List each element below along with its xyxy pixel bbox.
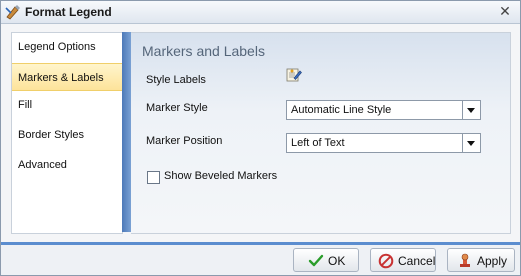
format-legend-dialog: Format Legend ✕ Legend Options Markers &… <box>0 0 521 276</box>
cancel-label: Cancel <box>398 254 436 268</box>
show-beveled-markers-checkbox[interactable] <box>147 171 160 184</box>
ok-label: OK <box>328 254 346 268</box>
nav-list: Legend Options Markers & Labels Fill Bor… <box>11 32 123 234</box>
marker-style-value: Automatic Line Style <box>291 104 392 116</box>
close-icon[interactable]: ✕ <box>498 4 512 18</box>
nav-item-advanced[interactable]: Advanced <box>12 151 122 179</box>
cancel-icon <box>378 253 394 269</box>
marker-position-value: Left of Text <box>291 137 345 149</box>
nav-item-border-styles[interactable]: Border Styles <box>12 121 122 149</box>
edit-style-icon[interactable] <box>286 67 302 83</box>
marker-style-select[interactable]: Automatic Line Style <box>286 100 481 120</box>
apply-label: Apply <box>477 254 508 268</box>
marker-position-select[interactable]: Left of Text <box>286 133 481 153</box>
style-labels-label: Style Labels <box>146 74 206 86</box>
marker-position-label: Marker Position <box>146 135 223 147</box>
window-title: Format Legend <box>25 5 112 19</box>
marker-style-label: Marker Style <box>146 102 208 114</box>
apply-button[interactable]: Apply <box>447 248 515 272</box>
title-bar[interactable]: Format Legend ✕ <box>1 1 520 24</box>
chevron-down-icon[interactable] <box>462 134 480 152</box>
ok-button[interactable]: OK <box>293 248 359 272</box>
nav-item-fill[interactable]: Fill <box>12 91 122 119</box>
panel-divider <box>122 32 131 232</box>
checkmark-icon <box>308 254 324 267</box>
apply-stamp-icon <box>460 253 470 267</box>
dialog-footer: OK Cancel Apply <box>1 245 520 275</box>
show-beveled-markers-label: Show Beveled Markers <box>164 170 278 182</box>
format-legend-icon <box>5 5 20 20</box>
nav-item-legend-options[interactable]: Legend Options <box>12 33 122 61</box>
nav-item-markers-labels[interactable]: Markers & Labels <box>12 63 122 91</box>
chevron-down-icon[interactable] <box>462 101 480 119</box>
cancel-button[interactable]: Cancel <box>370 248 436 272</box>
panel-title: Markers and Labels <box>142 43 265 59</box>
markers-labels-panel: Markers and Labels Style Labels Marker S… <box>131 32 511 234</box>
